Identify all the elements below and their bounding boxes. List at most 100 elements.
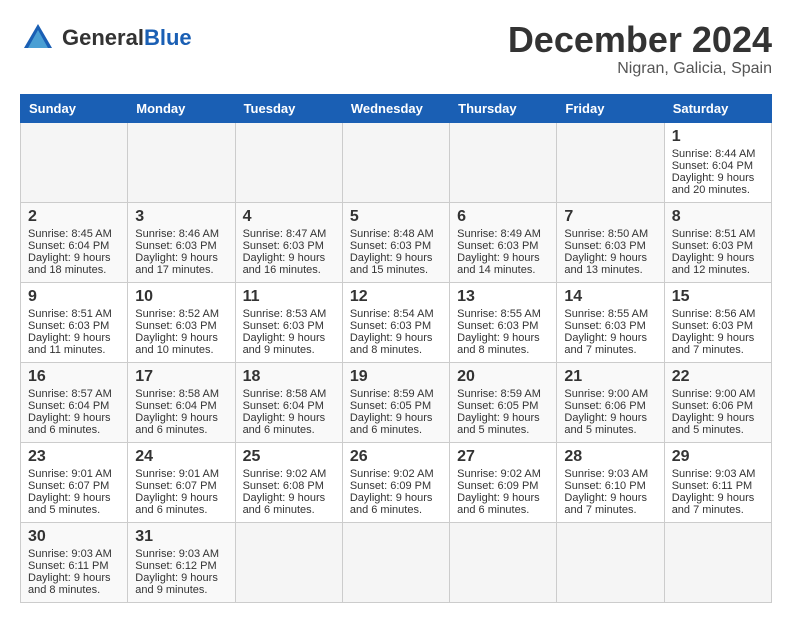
sunset: Sunset: 6:04 PM xyxy=(672,160,753,172)
sunrise: Sunrise: 8:55 AM xyxy=(564,308,648,320)
daylight: Daylight: 9 hours and 13 minutes. xyxy=(564,252,647,276)
day-number: 19 xyxy=(350,368,442,386)
daylight: Daylight: 9 hours and 6 minutes. xyxy=(135,412,218,436)
daylight: Daylight: 9 hours and 9 minutes. xyxy=(135,572,218,596)
sunrise: Sunrise: 8:50 AM xyxy=(564,228,648,240)
day-number: 27 xyxy=(457,448,549,466)
sunset: Sunset: 6:06 PM xyxy=(564,400,645,412)
table-row: 16Sunrise: 8:57 AMSunset: 6:04 PMDayligh… xyxy=(21,362,128,442)
table-row: 23Sunrise: 9:01 AMSunset: 6:07 PMDayligh… xyxy=(21,442,128,522)
table-row: 22Sunrise: 9:00 AMSunset: 6:06 PMDayligh… xyxy=(664,362,771,442)
col-monday: Monday xyxy=(128,94,235,122)
sunrise: Sunrise: 8:55 AM xyxy=(457,308,541,320)
sunrise: Sunrise: 8:51 AM xyxy=(28,308,112,320)
table-row: 5Sunrise: 8:48 AMSunset: 6:03 PMDaylight… xyxy=(342,202,449,282)
daylight: Daylight: 9 hours and 5 minutes. xyxy=(672,412,755,436)
day-number: 4 xyxy=(243,208,335,226)
day-number: 13 xyxy=(457,288,549,306)
sunrise: Sunrise: 8:51 AM xyxy=(672,228,756,240)
sunrise: Sunrise: 9:00 AM xyxy=(672,388,756,400)
table-row: 4 Sunrise: 8:47 AMSunset: 6:03 PMDaylight… xyxy=(235,202,342,282)
day-number: 2 xyxy=(28,208,120,226)
daylight: Daylight: 9 hours and 8 minutes. xyxy=(457,332,540,356)
day-number: 23 xyxy=(28,448,120,466)
daylight: Daylight: 9 hours and 5 minutes. xyxy=(457,412,540,436)
calendar-row: 2Sunrise: 8:45 AMSunset: 6:04 PMDaylight… xyxy=(21,202,772,282)
col-saturday: Saturday xyxy=(664,94,771,122)
sunrise: Sunrise: 8:56 AM xyxy=(672,308,756,320)
title-block: December 2024 Nigran, Galicia, Spain xyxy=(508,20,772,78)
day-number: 20 xyxy=(457,368,549,386)
sunrise: Sunrise: 8:47 AM xyxy=(243,228,327,240)
daylight: Daylight: 9 hours and 9 minutes. xyxy=(243,332,326,356)
daylight: Daylight: 9 hours and 20 minutes. xyxy=(672,172,755,196)
sunset: Sunset: 6:03 PM xyxy=(350,320,431,332)
table-row: 3Sunrise: 8:46 AMSunset: 6:03 PMDaylight… xyxy=(128,202,235,282)
table-row: 28Sunrise: 9:03 AMSunset: 6:10 PMDayligh… xyxy=(557,442,664,522)
sunrise: Sunrise: 9:02 AM xyxy=(457,468,541,480)
day-number: 1 xyxy=(672,128,764,146)
daylight: Daylight: 9 hours and 11 minutes. xyxy=(28,332,111,356)
daylight: Daylight: 9 hours and 12 minutes. xyxy=(672,252,755,276)
sunrise: Sunrise: 8:58 AM xyxy=(243,388,327,400)
daylight: Daylight: 9 hours and 10 minutes. xyxy=(135,332,218,356)
daylight: Daylight: 9 hours and 18 minutes. xyxy=(28,252,111,276)
daylight: Daylight: 9 hours and 6 minutes. xyxy=(135,492,218,516)
daylight: Daylight: 9 hours and 8 minutes. xyxy=(350,332,433,356)
logo-blue-text: Blue xyxy=(144,25,192,50)
day-number: 5 xyxy=(350,208,442,226)
daylight: Daylight: 9 hours and 6 minutes. xyxy=(457,492,540,516)
day-number: 28 xyxy=(564,448,656,466)
sunrise: Sunrise: 8:52 AM xyxy=(135,308,219,320)
table-row: 2Sunrise: 8:45 AMSunset: 6:04 PMDaylight… xyxy=(21,202,128,282)
daylight: Daylight: 9 hours and 17 minutes. xyxy=(135,252,218,276)
table-row: 25Sunrise: 9:02 AMSunset: 6:08 PMDayligh… xyxy=(235,442,342,522)
day-number: 21 xyxy=(564,368,656,386)
daylight: Daylight: 9 hours and 15 minutes. xyxy=(350,252,433,276)
sunrise: Sunrise: 8:53 AM xyxy=(243,308,327,320)
sunset: Sunset: 6:11 PM xyxy=(672,480,753,492)
table-row: 17Sunrise: 8:58 AMSunset: 6:04 PMDayligh… xyxy=(128,362,235,442)
sunset: Sunset: 6:04 PM xyxy=(28,240,109,252)
table-row xyxy=(450,522,557,602)
sunrise: Sunrise: 9:02 AM xyxy=(243,468,327,480)
sunrise: Sunrise: 8:59 AM xyxy=(457,388,541,400)
sunset: Sunset: 6:03 PM xyxy=(672,320,753,332)
sunrise: Sunrise: 8:54 AM xyxy=(350,308,434,320)
sunset: Sunset: 6:09 PM xyxy=(457,480,538,492)
daylight: Daylight: 9 hours and 7 minutes. xyxy=(672,492,755,516)
col-tuesday: Tuesday xyxy=(235,94,342,122)
table-row xyxy=(557,122,664,202)
day-number: 12 xyxy=(350,288,442,306)
sunset: Sunset: 6:09 PM xyxy=(350,480,431,492)
sunset: Sunset: 6:03 PM xyxy=(243,240,324,252)
daylight: Daylight: 9 hours and 7 minutes. xyxy=(672,332,755,356)
day-number: 16 xyxy=(28,368,120,386)
day-number: 6 xyxy=(457,208,549,226)
daylight: Daylight: 9 hours and 6 minutes. xyxy=(243,492,326,516)
sunrise: Sunrise: 9:03 AM xyxy=(564,468,648,480)
sunset: Sunset: 6:08 PM xyxy=(243,480,324,492)
sunrise: Sunrise: 8:58 AM xyxy=(135,388,219,400)
calendar-row: 16Sunrise: 8:57 AMSunset: 6:04 PMDayligh… xyxy=(21,362,772,442)
sunrise: Sunrise: 9:00 AM xyxy=(564,388,648,400)
day-number: 22 xyxy=(672,368,764,386)
table-row xyxy=(664,522,771,602)
sunrise: Sunrise: 8:44 AM xyxy=(672,148,756,160)
sunset: Sunset: 6:03 PM xyxy=(350,240,431,252)
day-number: 8 xyxy=(672,208,764,226)
daylight: Daylight: 9 hours and 16 minutes. xyxy=(243,252,326,276)
table-row: 13Sunrise: 8:55 AMSunset: 6:03 PMDayligh… xyxy=(450,282,557,362)
day-number: 3 xyxy=(135,208,227,226)
table-row xyxy=(21,122,128,202)
table-row: 1 Sunrise: 8:44 AMSunset: 6:04 PMDaylight… xyxy=(664,122,771,202)
sunrise: Sunrise: 9:03 AM xyxy=(672,468,756,480)
calendar-row: 1 Sunrise: 8:44 AMSunset: 6:04 PMDaylight… xyxy=(21,122,772,202)
table-row: 12 Sunrise: 8:54 AMSunset: 6:03 PMDayligh… xyxy=(342,282,449,362)
sunset: Sunset: 6:03 PM xyxy=(135,240,216,252)
table-row: 10Sunrise: 8:52 AMSunset: 6:03 PMDayligh… xyxy=(128,282,235,362)
table-row xyxy=(235,522,342,602)
table-row: 26Sunrise: 9:02 AMSunset: 6:09 PMDayligh… xyxy=(342,442,449,522)
sunset: Sunset: 6:12 PM xyxy=(135,560,216,572)
daylight: Daylight: 9 hours and 14 minutes. xyxy=(457,252,540,276)
